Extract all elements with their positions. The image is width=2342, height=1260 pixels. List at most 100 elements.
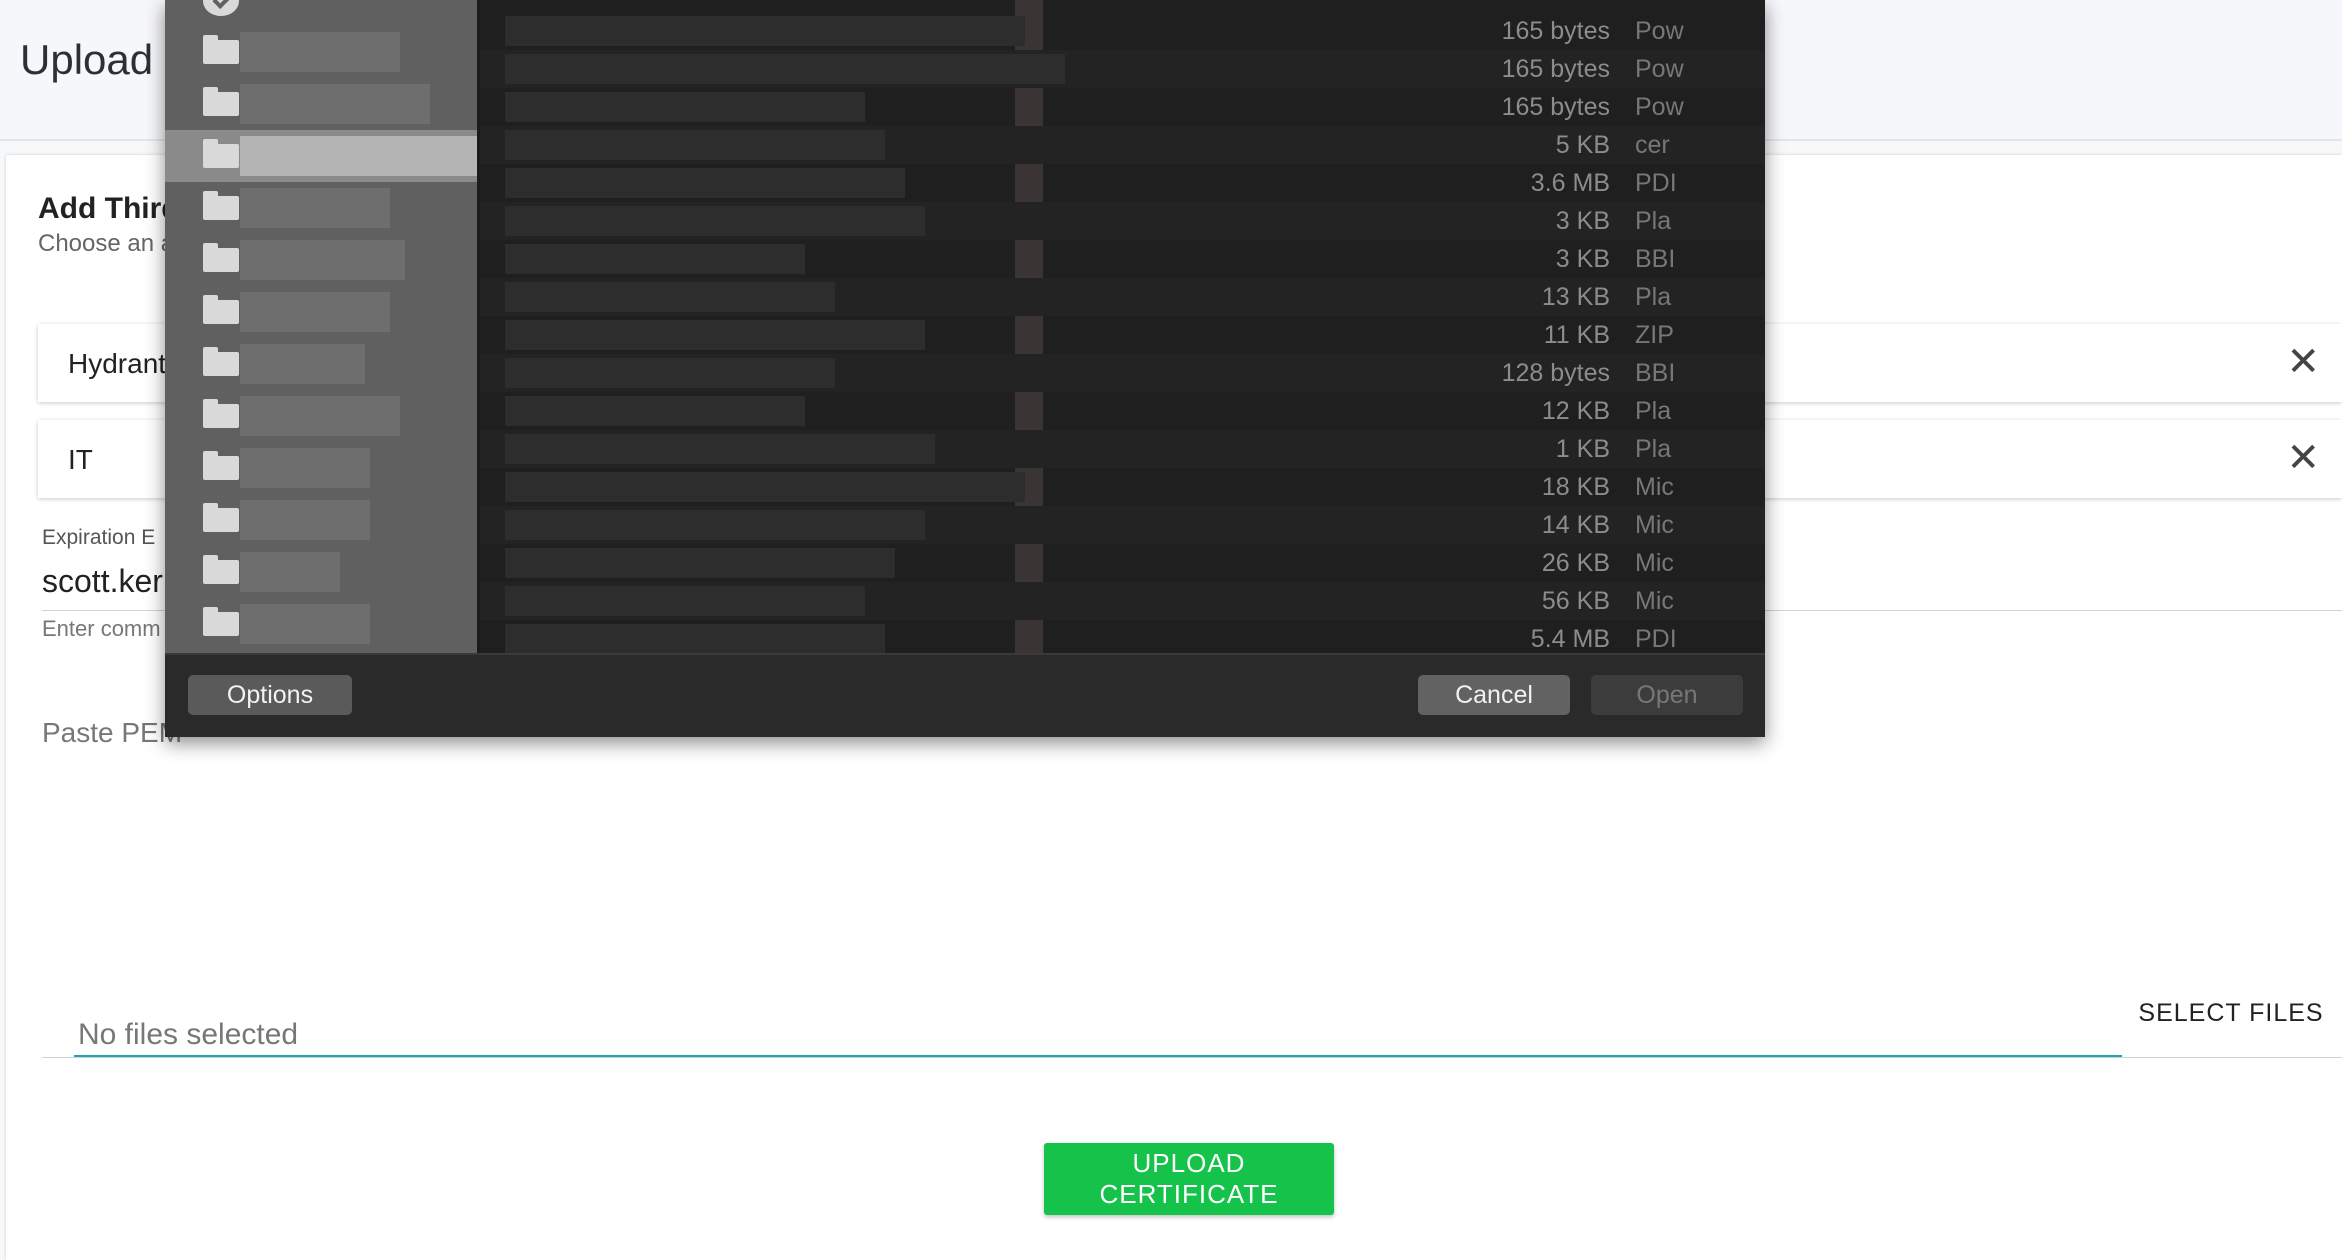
redacted-folder-name (240, 344, 365, 384)
sidebar-item-folder[interactable] (165, 26, 477, 78)
redacted-folder-name (240, 84, 430, 124)
file-row[interactable]: 11 KB ZIP (480, 316, 1765, 354)
sidebar-item-folder[interactable] (165, 78, 477, 130)
file-row[interactable]: 14 KB Mic (480, 506, 1765, 544)
file-kind: Mic (1635, 473, 1674, 501)
redacted-file-name (505, 624, 885, 653)
redacted-file-name (505, 510, 925, 540)
file-size: 18 KB (1541, 473, 1610, 501)
file-row[interactable]: 165 bytes Pow (480, 50, 1765, 88)
sidebar-item-folder[interactable] (165, 390, 477, 442)
file-size: 5.4 MB (1530, 625, 1610, 653)
sidebar-item-folder[interactable] (165, 182, 477, 234)
file-row[interactable]: 26 KB Mic (480, 544, 1765, 582)
file-row[interactable]: 13 KB Pla (480, 278, 1765, 316)
file-open-dialog: 165 bytes Pow 165 bytes Pow 165 bytes Pow 5 KB… (165, 0, 1765, 737)
sidebar-item-folder[interactable] (165, 546, 477, 598)
file-size: 128 bytes (1501, 359, 1610, 387)
redacted-folder-name (240, 240, 405, 280)
sidebar-item-folder[interactable] (165, 442, 477, 494)
expiration-email-label: Expiration E (42, 526, 156, 549)
redacted-file-name (505, 396, 805, 426)
file-row[interactable]: 56 KB Mic (480, 582, 1765, 620)
file-size: 1 KB (1555, 435, 1610, 463)
redacted-file-name (505, 206, 925, 236)
cancel-button[interactable]: Cancel (1418, 675, 1570, 715)
redacted-folder-name (240, 188, 390, 228)
redacted-file-name (505, 16, 1025, 46)
sidebar-item-folder[interactable] (165, 130, 477, 182)
folder-icon (203, 87, 239, 116)
upload-certificate-button[interactable]: UPLOAD CERTIFICATE (1044, 1143, 1334, 1215)
file-row[interactable]: 3.6 MB PDI (480, 164, 1765, 202)
select-files-button[interactable]: SELECT FILES (2136, 991, 2326, 1035)
folder-icon (203, 503, 239, 532)
file-row[interactable]: 128 bytes BBI (480, 354, 1765, 392)
file-size: 3 KB (1555, 207, 1610, 235)
card-subtitle: Choose an a (38, 230, 175, 257)
remove-close-icon[interactable]: ✕ (2286, 338, 2320, 386)
dialog-footer: Options Cancel Open (165, 653, 1765, 737)
open-button[interactable]: Open (1591, 675, 1743, 715)
dialog-file-list[interactable]: 165 bytes Pow 165 bytes Pow 165 bytes Pow 5 KB… (480, 0, 1765, 653)
file-row[interactable]: 3 KB Pla (480, 202, 1765, 240)
redacted-folder-name (240, 396, 400, 436)
file-row[interactable]: 12 KB Pla (480, 392, 1765, 430)
file-kind: Pow (1635, 55, 1684, 83)
sidebar-item-folder[interactable] (165, 338, 477, 390)
folder-icon (203, 295, 239, 324)
file-row[interactable]: 18 KB Mic (480, 468, 1765, 506)
file-size: 165 bytes (1501, 17, 1610, 45)
redacted-folder-name (240, 32, 400, 72)
file-kind: Pow (1635, 93, 1684, 121)
file-size: 12 KB (1541, 397, 1610, 425)
selected-item-label: IT (68, 444, 93, 475)
file-kind: Pla (1635, 435, 1672, 463)
file-kind: Pla (1635, 283, 1672, 311)
redacted-file-name (505, 434, 935, 464)
folder-icon (203, 139, 239, 168)
file-kind: BBI (1635, 245, 1676, 273)
folder-icon (203, 607, 239, 636)
file-kind: Mic (1635, 511, 1674, 539)
redacted-folder-name (240, 604, 370, 644)
file-size: 3.6 MB (1530, 169, 1610, 197)
file-size: 26 KB (1541, 549, 1610, 577)
file-row[interactable]: 1 KB Pla (480, 430, 1765, 468)
checkmark-circle-icon (203, 0, 239, 16)
file-size: 11 KB (1543, 321, 1610, 349)
file-size: 165 bytes (1501, 93, 1610, 121)
redacted-file-name (505, 168, 905, 198)
redacted-file-name (505, 320, 925, 350)
file-name-input[interactable] (74, 1015, 2122, 1057)
options-button[interactable]: Options (188, 675, 352, 715)
file-row[interactable]: 5.4 MB PDI (480, 620, 1765, 653)
file-kind: BBI (1635, 359, 1676, 387)
redacted-file-name (505, 282, 835, 312)
file-kind: Mic (1635, 587, 1674, 615)
file-row[interactable]: 3 KB BBI (480, 240, 1765, 278)
file-size: 5 KB (1555, 131, 1610, 159)
file-row[interactable]: 165 bytes Pow (480, 88, 1765, 126)
file-kind: Pla (1635, 397, 1672, 425)
sidebar-item-folder[interactable] (165, 286, 477, 338)
pem-textarea[interactable] (42, 717, 2342, 1058)
redacted-folder-name (240, 552, 340, 592)
email-field[interactable]: scott.ker (42, 563, 163, 600)
file-size: 165 bytes (1501, 55, 1610, 83)
sidebar-item-folder[interactable] (165, 598, 477, 650)
file-kind: Pow (1635, 17, 1684, 45)
folder-icon (203, 243, 239, 272)
dialog-sidebar[interactable] (165, 0, 480, 653)
file-row[interactable]: 5 KB cer (480, 126, 1765, 164)
sidebar-item-folder[interactable] (165, 494, 477, 546)
redacted-file-name (505, 130, 885, 160)
file-kind: cer (1635, 131, 1670, 159)
folder-icon (203, 399, 239, 428)
file-size: 13 KB (1541, 283, 1610, 311)
folder-icon (203, 555, 239, 584)
sidebar-item-folder[interactable] (165, 234, 477, 286)
remove-close-icon[interactable]: ✕ (2286, 434, 2320, 482)
file-row[interactable]: 165 bytes Pow (480, 12, 1765, 50)
file-kind: PDI (1635, 169, 1677, 197)
